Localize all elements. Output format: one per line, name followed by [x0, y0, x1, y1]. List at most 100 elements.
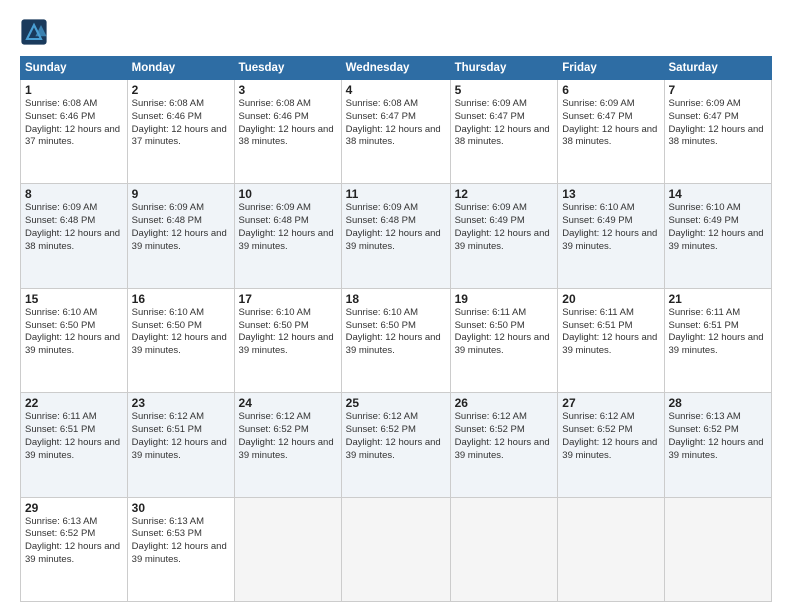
- day-info: Sunrise: 6:09 AMSunset: 6:48 PMDaylight:…: [132, 202, 227, 251]
- day-info: Sunrise: 6:12 AMSunset: 6:52 PMDaylight:…: [562, 411, 657, 460]
- calendar-cell: 7 Sunrise: 6:09 AMSunset: 6:47 PMDayligh…: [664, 80, 772, 184]
- day-number: 4: [346, 83, 446, 97]
- calendar-cell: [341, 497, 450, 601]
- calendar-cell: 9 Sunrise: 6:09 AMSunset: 6:48 PMDayligh…: [127, 184, 234, 288]
- day-number: 10: [239, 187, 337, 201]
- day-info: Sunrise: 6:11 AMSunset: 6:50 PMDaylight:…: [455, 307, 550, 356]
- col-header-saturday: Saturday: [664, 57, 772, 80]
- calendar-table: SundayMondayTuesdayWednesdayThursdayFrid…: [20, 56, 772, 602]
- col-header-sunday: Sunday: [21, 57, 128, 80]
- day-info: Sunrise: 6:13 AMSunset: 6:53 PMDaylight:…: [132, 516, 227, 565]
- calendar-cell: 6 Sunrise: 6:09 AMSunset: 6:47 PMDayligh…: [558, 80, 664, 184]
- day-number: 19: [455, 292, 554, 306]
- day-info: Sunrise: 6:11 AMSunset: 6:51 PMDaylight:…: [25, 411, 120, 460]
- col-header-thursday: Thursday: [450, 57, 558, 80]
- day-info: Sunrise: 6:09 AMSunset: 6:47 PMDaylight:…: [562, 98, 657, 147]
- calendar-cell: 16 Sunrise: 6:10 AMSunset: 6:50 PMDaylig…: [127, 288, 234, 392]
- day-number: 14: [669, 187, 768, 201]
- calendar-cell: 29 Sunrise: 6:13 AMSunset: 6:52 PMDaylig…: [21, 497, 128, 601]
- calendar-cell: 17 Sunrise: 6:10 AMSunset: 6:50 PMDaylig…: [234, 288, 341, 392]
- calendar-cell: 4 Sunrise: 6:08 AMSunset: 6:47 PMDayligh…: [341, 80, 450, 184]
- day-info: Sunrise: 6:12 AMSunset: 6:52 PMDaylight:…: [346, 411, 441, 460]
- calendar-cell: 14 Sunrise: 6:10 AMSunset: 6:49 PMDaylig…: [664, 184, 772, 288]
- day-number: 2: [132, 83, 230, 97]
- logo: [20, 18, 52, 46]
- day-number: 30: [132, 501, 230, 515]
- calendar-cell: 28 Sunrise: 6:13 AMSunset: 6:52 PMDaylig…: [664, 393, 772, 497]
- day-info: Sunrise: 6:08 AMSunset: 6:47 PMDaylight:…: [346, 98, 441, 147]
- day-info: Sunrise: 6:10 AMSunset: 6:49 PMDaylight:…: [562, 202, 657, 251]
- day-number: 18: [346, 292, 446, 306]
- day-number: 6: [562, 83, 659, 97]
- day-number: 25: [346, 396, 446, 410]
- calendar-cell: 11 Sunrise: 6:09 AMSunset: 6:48 PMDaylig…: [341, 184, 450, 288]
- day-info: Sunrise: 6:12 AMSunset: 6:52 PMDaylight:…: [239, 411, 334, 460]
- calendar-cell: 2 Sunrise: 6:08 AMSunset: 6:46 PMDayligh…: [127, 80, 234, 184]
- day-info: Sunrise: 6:10 AMSunset: 6:50 PMDaylight:…: [25, 307, 120, 356]
- col-header-friday: Friday: [558, 57, 664, 80]
- calendar-cell: 24 Sunrise: 6:12 AMSunset: 6:52 PMDaylig…: [234, 393, 341, 497]
- day-number: 21: [669, 292, 768, 306]
- calendar-cell: 25 Sunrise: 6:12 AMSunset: 6:52 PMDaylig…: [341, 393, 450, 497]
- day-info: Sunrise: 6:09 AMSunset: 6:48 PMDaylight:…: [25, 202, 120, 251]
- day-number: 27: [562, 396, 659, 410]
- calendar-cell: 13 Sunrise: 6:10 AMSunset: 6:49 PMDaylig…: [558, 184, 664, 288]
- day-number: 29: [25, 501, 123, 515]
- day-number: 3: [239, 83, 337, 97]
- day-number: 1: [25, 83, 123, 97]
- day-info: Sunrise: 6:12 AMSunset: 6:52 PMDaylight:…: [455, 411, 550, 460]
- day-info: Sunrise: 6:08 AMSunset: 6:46 PMDaylight:…: [25, 98, 120, 147]
- calendar-cell: [558, 497, 664, 601]
- day-info: Sunrise: 6:11 AMSunset: 6:51 PMDaylight:…: [669, 307, 764, 356]
- calendar-cell: 20 Sunrise: 6:11 AMSunset: 6:51 PMDaylig…: [558, 288, 664, 392]
- calendar-cell: [664, 497, 772, 601]
- day-number: 26: [455, 396, 554, 410]
- logo-icon: [20, 18, 48, 46]
- day-info: Sunrise: 6:13 AMSunset: 6:52 PMDaylight:…: [25, 516, 120, 565]
- day-info: Sunrise: 6:09 AMSunset: 6:48 PMDaylight:…: [346, 202, 441, 251]
- day-info: Sunrise: 6:08 AMSunset: 6:46 PMDaylight:…: [132, 98, 227, 147]
- day-number: 8: [25, 187, 123, 201]
- day-number: 24: [239, 396, 337, 410]
- day-number: 16: [132, 292, 230, 306]
- day-number: 28: [669, 396, 768, 410]
- col-header-wednesday: Wednesday: [341, 57, 450, 80]
- calendar-cell: 22 Sunrise: 6:11 AMSunset: 6:51 PMDaylig…: [21, 393, 128, 497]
- header: [20, 18, 772, 46]
- day-info: Sunrise: 6:09 AMSunset: 6:47 PMDaylight:…: [669, 98, 764, 147]
- calendar-cell: 23 Sunrise: 6:12 AMSunset: 6:51 PMDaylig…: [127, 393, 234, 497]
- calendar-cell: 27 Sunrise: 6:12 AMSunset: 6:52 PMDaylig…: [558, 393, 664, 497]
- day-number: 15: [25, 292, 123, 306]
- day-number: 5: [455, 83, 554, 97]
- day-number: 9: [132, 187, 230, 201]
- calendar-cell: 1 Sunrise: 6:08 AMSunset: 6:46 PMDayligh…: [21, 80, 128, 184]
- calendar-cell: 10 Sunrise: 6:09 AMSunset: 6:48 PMDaylig…: [234, 184, 341, 288]
- day-info: Sunrise: 6:13 AMSunset: 6:52 PMDaylight:…: [669, 411, 764, 460]
- day-info: Sunrise: 6:10 AMSunset: 6:50 PMDaylight:…: [346, 307, 441, 356]
- day-info: Sunrise: 6:10 AMSunset: 6:50 PMDaylight:…: [239, 307, 334, 356]
- calendar-cell: 21 Sunrise: 6:11 AMSunset: 6:51 PMDaylig…: [664, 288, 772, 392]
- day-info: Sunrise: 6:10 AMSunset: 6:49 PMDaylight:…: [669, 202, 764, 251]
- day-info: Sunrise: 6:12 AMSunset: 6:51 PMDaylight:…: [132, 411, 227, 460]
- col-header-monday: Monday: [127, 57, 234, 80]
- day-number: 11: [346, 187, 446, 201]
- calendar-cell: 19 Sunrise: 6:11 AMSunset: 6:50 PMDaylig…: [450, 288, 558, 392]
- day-number: 20: [562, 292, 659, 306]
- day-info: Sunrise: 6:09 AMSunset: 6:47 PMDaylight:…: [455, 98, 550, 147]
- calendar-cell: 3 Sunrise: 6:08 AMSunset: 6:46 PMDayligh…: [234, 80, 341, 184]
- calendar-cell: 12 Sunrise: 6:09 AMSunset: 6:49 PMDaylig…: [450, 184, 558, 288]
- day-info: Sunrise: 6:11 AMSunset: 6:51 PMDaylight:…: [562, 307, 657, 356]
- day-number: 13: [562, 187, 659, 201]
- day-info: Sunrise: 6:08 AMSunset: 6:46 PMDaylight:…: [239, 98, 334, 147]
- calendar-cell: [450, 497, 558, 601]
- day-info: Sunrise: 6:09 AMSunset: 6:48 PMDaylight:…: [239, 202, 334, 251]
- calendar-cell: 5 Sunrise: 6:09 AMSunset: 6:47 PMDayligh…: [450, 80, 558, 184]
- page: SundayMondayTuesdayWednesdayThursdayFrid…: [0, 0, 792, 612]
- calendar-cell: 30 Sunrise: 6:13 AMSunset: 6:53 PMDaylig…: [127, 497, 234, 601]
- day-number: 17: [239, 292, 337, 306]
- calendar-cell: 26 Sunrise: 6:12 AMSunset: 6:52 PMDaylig…: [450, 393, 558, 497]
- col-header-tuesday: Tuesday: [234, 57, 341, 80]
- day-info: Sunrise: 6:09 AMSunset: 6:49 PMDaylight:…: [455, 202, 550, 251]
- calendar-cell: [234, 497, 341, 601]
- day-number: 22: [25, 396, 123, 410]
